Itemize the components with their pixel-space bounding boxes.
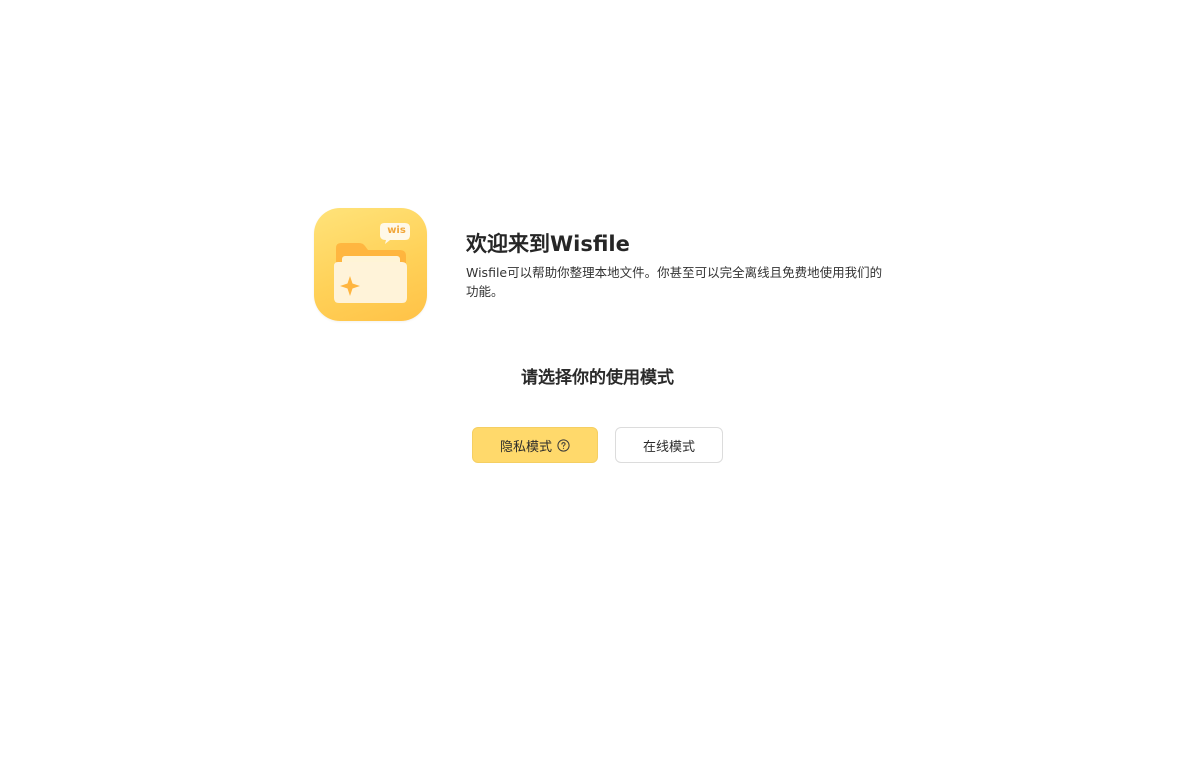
question-circle-icon[interactable]: [557, 438, 570, 452]
private-mode-label: 隐私模式: [499, 439, 552, 455]
private-mode-button[interactable]: 隐私模式: [472, 427, 598, 463]
online-mode-label: 在线模式: [642, 439, 695, 455]
welcome-block: 欢迎来到Wisfile Wisfile可以帮助你整理本地文件。你甚至可以完全离线…: [466, 228, 896, 301]
welcome-description: Wisfile可以帮助你整理本地文件。你甚至可以完全离线且免费地使用我们的功能。: [466, 265, 883, 299]
welcome-title: 欢迎来到Wisfile: [466, 232, 630, 256]
welcome-screen: wis 欢迎来到Wisfile Wisfile可以帮助你整理本地文件。你甚至可以…: [0, 0, 1200, 759]
mode-select-heading: 请选择你的使用模式: [521, 368, 674, 388]
folder-sparkle-icon: [334, 223, 410, 303]
mode-button-group: 隐私模式 在线模式: [472, 427, 723, 463]
online-mode-button[interactable]: 在线模式: [615, 427, 723, 463]
logo-badge-text: wis: [387, 225, 406, 236]
app-logo: wis: [314, 208, 427, 321]
